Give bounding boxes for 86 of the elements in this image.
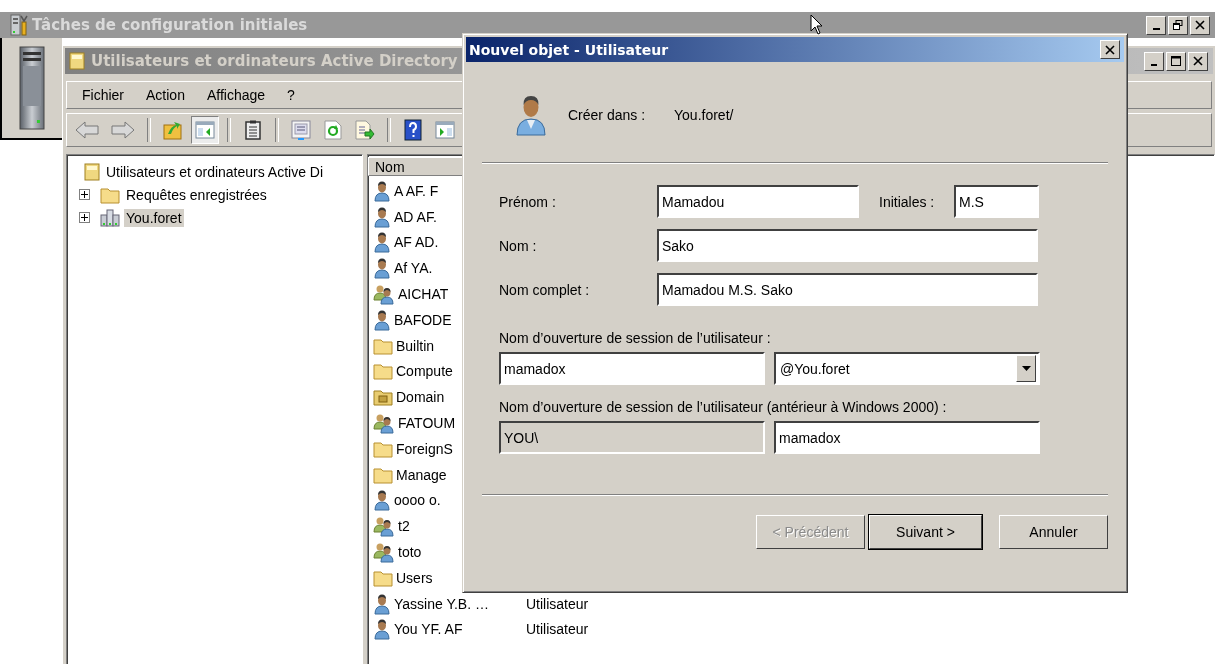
logon-name-label: Nom d’ouverture de session de l’utilisateur : <box>499 330 772 348</box>
folder-icon <box>373 568 393 587</box>
directory-icon <box>84 162 100 181</box>
action-pane-icon <box>435 121 455 139</box>
dialog-button[interactable]: Annuler <box>999 515 1108 549</box>
table-cell: Utilisateur <box>526 621 589 638</box>
expand-toggle[interactable] <box>79 212 90 223</box>
folder-icon <box>373 439 393 458</box>
user-icon <box>515 93 547 137</box>
tools-icon <box>10 14 28 36</box>
folder-icon <box>373 388 393 407</box>
tree-item[interactable]: You.foret <box>124 208 184 227</box>
last-name-field[interactable]: Sako <box>657 229 1038 262</box>
restore-icon <box>1173 20 1183 30</box>
group-icon <box>373 283 395 306</box>
group-icon <box>373 541 395 564</box>
full-name-field[interactable]: Mamadou M.S. Sako <box>657 273 1038 306</box>
first-name-field[interactable]: Mamadou <box>657 185 859 218</box>
back-arrow-icon <box>75 121 99 139</box>
folder-arrow-icon <box>163 120 183 140</box>
first-name-label: Prénom : <box>499 193 557 210</box>
folder-icon <box>373 465 393 484</box>
initials-field[interactable]: M.S <box>954 185 1039 218</box>
maximize-icon <box>1171 56 1181 66</box>
forward-arrow-icon <box>111 121 135 139</box>
caret-icon <box>1021 366 1031 371</box>
window-title: Tâches de configuration initiales <box>32 16 308 34</box>
user-icon <box>373 592 391 615</box>
folder-icon <box>69 52 85 70</box>
export-icon <box>355 120 375 140</box>
close-button[interactable] <box>1190 15 1210 35</box>
menu-item[interactable]: ? <box>276 87 306 103</box>
user-icon <box>373 205 391 228</box>
menu-item[interactable]: Action <box>135 87 196 103</box>
user-icon <box>373 618 391 641</box>
help-icon <box>404 119 422 141</box>
menu-item[interactable]: Fichier <box>71 87 135 103</box>
group-icon <box>373 412 395 435</box>
legacy-logon-field[interactable]: mamadox <box>774 421 1040 454</box>
last-name-label: Nom : <box>499 237 538 254</box>
close-icon <box>1105 44 1115 55</box>
properties-icon <box>291 120 311 140</box>
user-icon <box>373 257 391 280</box>
folder-icon <box>100 185 120 204</box>
refresh-icon <box>324 120 342 140</box>
domain-icon <box>100 208 120 227</box>
domain-dropdown[interactable]: @You.foret <box>774 352 1040 385</box>
legacy-logon-label: Nom d’ouverture de session de l’utilisateur (antérieur à Windows 2000) : <box>499 399 948 417</box>
close-icon <box>1195 20 1205 30</box>
close-icon <box>1193 56 1203 66</box>
tree-pane-icon <box>195 121 215 139</box>
minimize-icon <box>1151 64 1157 66</box>
initials-label: Initiales : <box>879 193 936 210</box>
tree-item[interactable]: Requêtes enregistrées <box>124 185 269 204</box>
dialog-title: Nouvel objet - Utilisateur <box>469 41 669 58</box>
plus-icon <box>80 190 89 199</box>
close-button[interactable] <box>1100 40 1120 59</box>
expand-toggle[interactable] <box>79 189 90 200</box>
window-title: Utilisateurs et ordinateurs Active Directory <box>91 52 458 70</box>
folder-icon <box>373 336 393 355</box>
tree-item[interactable]: Utilisateurs et ordinateurs Active Di <box>104 162 326 181</box>
create-in-value: You.foret/ <box>674 107 734 123</box>
restore-button[interactable] <box>1168 15 1188 35</box>
folder-icon <box>373 362 393 381</box>
group-icon <box>373 515 395 538</box>
create-in-label: Créer dans : <box>568 107 647 123</box>
minimize-icon <box>1152 28 1160 30</box>
minimize-button[interactable] <box>1144 51 1164 71</box>
list-item[interactable]: You YF. AF <box>394 621 519 638</box>
plus-icon <box>80 213 89 222</box>
minimize-button[interactable] <box>1146 15 1166 35</box>
dialog-button[interactable]: Suivant > <box>869 515 982 549</box>
clipboard-icon <box>245 120 261 140</box>
maximize-button[interactable] <box>1166 51 1186 71</box>
table-cell: Utilisateur <box>526 595 589 612</box>
menu-item[interactable]: Affichage <box>195 87 277 103</box>
server-icon <box>19 46 45 130</box>
user-icon <box>373 308 391 331</box>
cursor-icon <box>810 14 824 36</box>
list-item[interactable]: Yassine Y.B. … <box>394 595 519 612</box>
user-icon <box>373 489 391 512</box>
close-button[interactable] <box>1188 51 1208 71</box>
full-name-label: Nom complet : <box>499 281 591 298</box>
user-icon <box>373 231 391 254</box>
logon-name-field[interactable]: mamadox <box>499 352 765 385</box>
user-icon <box>373 179 391 202</box>
